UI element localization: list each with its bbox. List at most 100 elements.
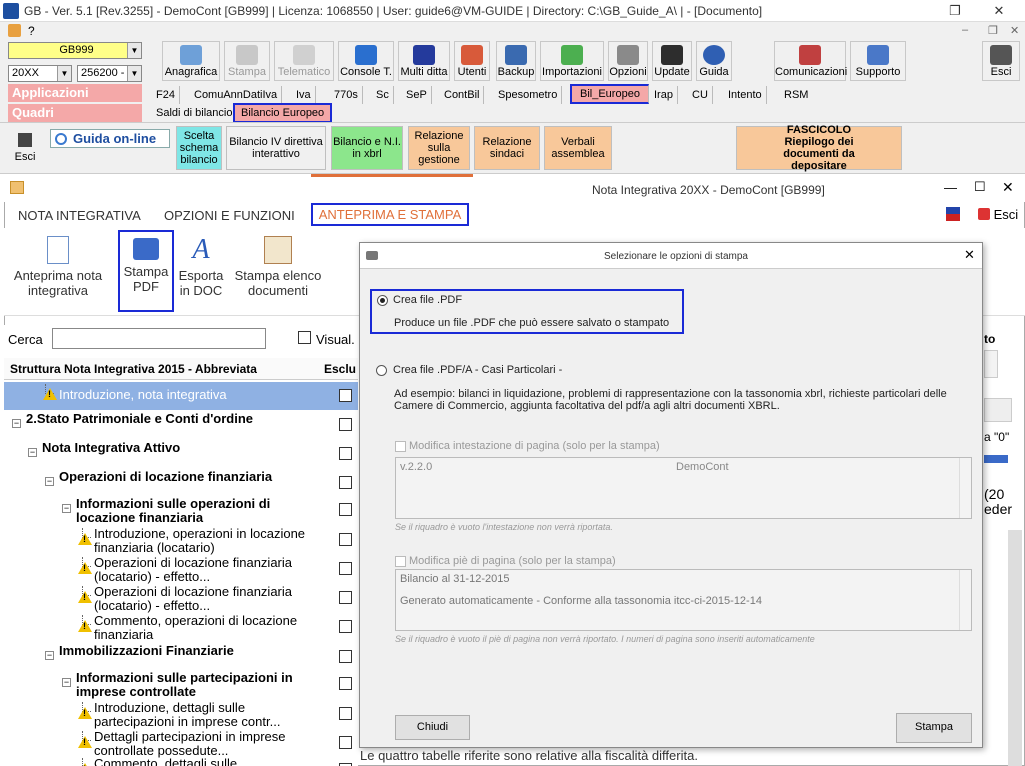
stampa-button[interactable]: Stampa (896, 713, 972, 743)
exclude-checkbox[interactable] (339, 447, 352, 460)
tab-cu[interactable]: CU (688, 86, 713, 104)
close-icon[interactable]: ✕ (964, 247, 975, 263)
exclude-checkbox[interactable] (339, 707, 352, 720)
visual-checkbox[interactable] (298, 331, 311, 344)
stampa-button[interactable]: Stampa (224, 41, 270, 81)
restore-child-icon[interactable]: ❐ (988, 24, 998, 37)
importazioni-button[interactable]: Importazioni (540, 41, 604, 81)
tab-comuanndatiiva[interactable]: ComuAnnDatiIva (190, 86, 283, 104)
exclude-checkbox[interactable] (339, 476, 352, 489)
update-button[interactable]: Update (652, 41, 692, 81)
tree-collapse-icon[interactable]: − (12, 419, 21, 428)
tab-770s[interactable]: 770s (330, 86, 363, 104)
exclude-checkbox[interactable] (339, 650, 352, 663)
bilancio-iv-button[interactable]: Bilancio IV direttiva interattivo (226, 126, 326, 170)
exclude-checkbox[interactable] (339, 591, 352, 604)
tree-row[interactable]: Dettagli partecipazioni in imprese contr… (4, 729, 358, 758)
right-button[interactable] (984, 398, 1012, 422)
backup-button[interactable]: Backup (496, 41, 536, 81)
verbali-button[interactable]: Verbali assemblea (544, 126, 612, 170)
tree-collapse-icon[interactable]: − (28, 448, 37, 457)
close-icon[interactable]: ✕ (982, 0, 1016, 22)
footer-checkbox[interactable] (395, 556, 406, 567)
help-mark[interactable]: ? (28, 24, 35, 38)
company-select[interactable]: GB999 ▼ (8, 42, 142, 59)
anteprima-tool[interactable]: Anteprima nota integrativa (8, 232, 108, 298)
search-input[interactable] (52, 328, 266, 349)
relazione-gestione-button[interactable]: Relazione sulla gestione (408, 126, 470, 170)
opzioni-button[interactable]: Opzioni (608, 41, 648, 81)
tab-nota-integrativa[interactable]: NOTA INTEGRATIVA (18, 208, 141, 223)
tree-row[interactable]: Introduzione, nota integrativa (4, 382, 358, 410)
header-scrollbar[interactable] (959, 458, 971, 518)
footer-scrollbar[interactable] (959, 570, 971, 630)
tab-rsm[interactable]: RSM (780, 86, 812, 104)
tree-row[interactable]: −2.Stato Patrimoniale e Conti d'ordine (4, 411, 358, 439)
tree-row[interactable]: − Immobilizzazioni Finanziarie (4, 643, 358, 669)
tab-sep[interactable]: SeP (402, 86, 432, 104)
comunicazioni-button[interactable]: Comunicazioni (774, 41, 847, 81)
tree-row[interactable]: − Nota Integrativa Attivo (4, 440, 358, 468)
tree-row[interactable]: Operazioni di locazione finanziaria (loc… (4, 584, 358, 613)
tab-opzioni-funzioni[interactable]: OPZIONI E FUNZIONI (164, 208, 295, 223)
esci-top-button[interactable]: Esci (982, 41, 1020, 81)
console-button[interactable]: Console T. (338, 41, 394, 81)
tab-bil-europeo[interactable]: Bil_Europeo (570, 84, 649, 104)
right-field[interactable] (984, 350, 998, 378)
exclude-checkbox[interactable] (339, 503, 352, 516)
exclude-checkbox[interactable] (339, 533, 352, 546)
right-scrollbar[interactable] (1008, 530, 1022, 766)
tree-row[interactable]: − Informazioni sulle operazioni di locazi… (4, 496, 358, 526)
stampa-elenco-tool[interactable]: Stampa elenco documenti (230, 232, 326, 298)
tab-saldi[interactable]: Saldi di bilancio (152, 104, 238, 122)
exclude-checkbox[interactable] (339, 562, 352, 575)
multi-ditta-button[interactable]: Multi ditta (398, 41, 450, 81)
tab-spesometro[interactable]: Spesometro (494, 86, 563, 104)
header-textbox[interactable]: v.2.2.0 DemoCont (395, 457, 972, 519)
supporto-button[interactable]: Supporto (850, 41, 906, 81)
tree-collapse-icon[interactable]: − (62, 504, 71, 513)
exclude-checkbox[interactable] (339, 418, 352, 431)
tree-row[interactable]: Commento, dettagli sulle (4, 756, 358, 766)
exclude-checkbox[interactable] (339, 736, 352, 749)
tree-row[interactable]: Commento, operazioni di locazione finanz… (4, 613, 358, 642)
close-icon[interactable]: ✕ (1002, 179, 1014, 196)
tree-collapse-icon[interactable]: − (45, 651, 54, 660)
anagrafica-button[interactable]: Anagrafica (162, 41, 220, 81)
quadri-bar[interactable]: Quadri (8, 104, 142, 122)
esporta-doc-tool[interactable]: A Esporta in DOC (176, 232, 226, 299)
tab-irap[interactable]: Irap (650, 86, 678, 104)
bilancio-xbrl-button[interactable]: Bilancio e N.I. in xbrl (331, 126, 403, 170)
exclude-checkbox[interactable] (339, 677, 352, 690)
exclude-checkbox[interactable] (339, 620, 352, 633)
option-pdfa-radio[interactable] (376, 365, 387, 376)
tab-bilancio-europeo[interactable]: Bilancio Europeo (233, 103, 333, 123)
tree-collapse-icon[interactable]: − (62, 678, 71, 687)
tab-contbil[interactable]: ContBil (440, 86, 485, 104)
telematico-button[interactable]: Telematico (274, 41, 334, 81)
minimize-child-icon[interactable]: – (962, 24, 968, 36)
tree-row[interactable]: Operazioni di locazione finanziaria (loc… (4, 555, 358, 584)
guida-button[interactable]: Guida (696, 41, 732, 81)
exclude-checkbox[interactable] (339, 389, 352, 402)
header-checkbox[interactable] (395, 441, 406, 452)
close-child-icon[interactable]: ✕ (1010, 24, 1019, 37)
option-pdf-radio[interactable] (377, 295, 388, 306)
maximize-icon[interactable]: ☐ (974, 179, 986, 195)
tree-row[interactable]: − Informazioni sulle partecipazioni in im… (4, 670, 358, 700)
tab-f24[interactable]: F24 (152, 86, 180, 104)
applicazioni-bar[interactable]: Applicazioni (8, 84, 142, 102)
tab-iva[interactable]: Iva (292, 86, 316, 104)
utenti-button[interactable]: Utenti (454, 41, 490, 81)
tab-anteprima-stampa[interactable]: ANTEPRIMA E STAMPA (311, 203, 469, 226)
fascicolo-button[interactable]: FASCICOLO Riepilogo dei documenti da dep… (736, 124, 902, 172)
stampa-pdf-tool[interactable]: Stampa PDF (118, 230, 174, 312)
tab-intento[interactable]: Intento (724, 86, 767, 104)
ribbon-esci-button[interactable]: Esci (8, 126, 42, 170)
subwindow-esci-button[interactable]: Esci (978, 207, 1018, 222)
relazione-sindaci-button[interactable]: Relazione sindaci (474, 126, 540, 170)
option-pdf-box[interactable]: Crea file .PDF Produce un file .PDF che … (370, 289, 684, 334)
tree-row[interactable]: Introduzione, operazioni in locazione fi… (4, 526, 358, 555)
tree-collapse-icon[interactable]: − (45, 477, 54, 486)
tree-row[interactable]: Introduzione, dettagli sulle partecipazi… (4, 700, 358, 729)
